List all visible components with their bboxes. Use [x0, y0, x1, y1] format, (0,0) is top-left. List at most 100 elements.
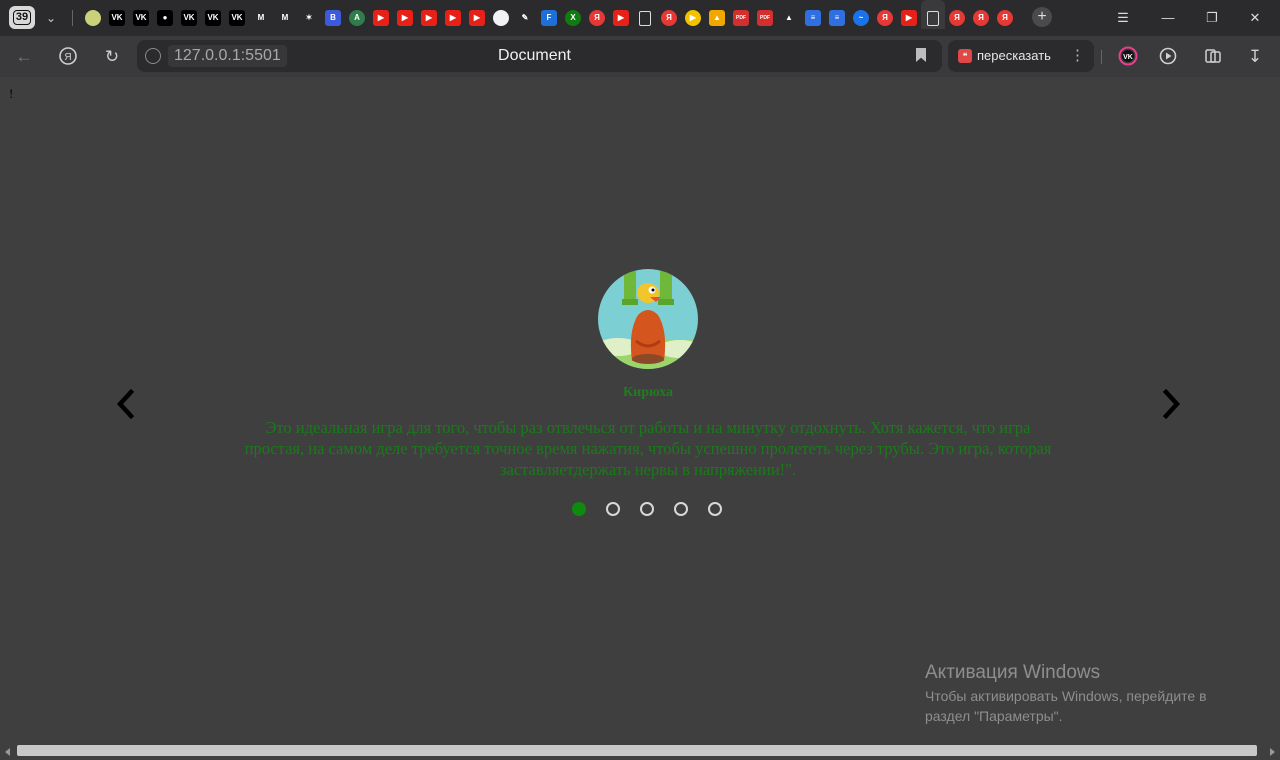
yandex-logo-icon[interactable]: Я [57, 46, 79, 68]
pinned-tab[interactable]: ▶ [417, 7, 441, 29]
more-vertical-icon[interactable]: ⋮ [1070, 47, 1085, 65]
pinned-tab[interactable]: ▲ [705, 7, 729, 29]
pinned-tab[interactable]: Я [945, 7, 969, 29]
retell-icon: ❝ [958, 49, 972, 63]
retell-button[interactable]: ❝ пересказать ⋮ [948, 40, 1094, 72]
back-arrow-icon[interactable]: ← [13, 46, 35, 68]
next-slide-button[interactable] [1157, 386, 1187, 422]
pinned-tab[interactable]: ▶ [369, 7, 393, 29]
gmail-icon: M [253, 10, 269, 26]
horizontal-scrollbar[interactable] [0, 744, 1280, 760]
vk-icon: VK [205, 10, 221, 26]
vk-icon: VK [133, 10, 149, 26]
google-docs-icon: ≡ [805, 10, 821, 26]
pinned-tab[interactable] [633, 7, 657, 29]
slide-dot[interactable] [708, 502, 722, 516]
document-icon [639, 10, 651, 26]
chevron-left-icon [116, 388, 135, 420]
vk-icon: VK [181, 10, 197, 26]
svg-text:VK: VK [1123, 54, 1133, 61]
chat-bubble-icon: ● [157, 10, 173, 26]
pinned-tab[interactable]: ~ [849, 7, 873, 29]
tab-count-button[interactable]: 39 [9, 6, 35, 29]
youtube-icon: ▶ [613, 10, 629, 26]
collections-icon[interactable] [1202, 46, 1224, 68]
pinned-tab[interactable]: A [345, 7, 369, 29]
pen-icon: ✎ [517, 10, 533, 26]
pinned-tab[interactable]: VK [129, 7, 153, 29]
prev-slide-button[interactable] [111, 386, 141, 422]
pinned-tab[interactable]: VK [201, 7, 225, 29]
pinned-tab[interactable] [81, 7, 105, 29]
review-text: Это идеальная игра для того, чтобы раз о… [244, 418, 1052, 479]
pdf-icon: PDF [733, 10, 749, 26]
pinned-tab[interactable]: ▲ [777, 7, 801, 29]
pinned-tab[interactable]: X [561, 7, 585, 29]
scrollbar-thumb[interactable] [17, 745, 1257, 756]
green-round-logo-icon [85, 10, 101, 26]
address-bar[interactable]: 127.0.0.1:5501 Document [137, 40, 942, 72]
pinned-tab[interactable]: PDF [753, 7, 777, 29]
pinned-tab[interactable]: M [249, 7, 273, 29]
svg-text:Я: Я [64, 52, 71, 63]
youtube-icon: ▶ [421, 10, 437, 26]
letter-b-icon: B [325, 10, 341, 26]
browser-toolbar: ← Я ↻ 127.0.0.1:5501 Document ❝ пересказ… [0, 36, 1280, 77]
video-play-icon[interactable] [1158, 46, 1180, 68]
youtube-icon: ▶ [373, 10, 389, 26]
yandex-icon: Я [997, 10, 1013, 26]
yandex-icon: Я [589, 10, 605, 26]
pinned-tab[interactable]: Я [585, 7, 609, 29]
pinned-tab[interactable]: ≡ [801, 7, 825, 29]
pinned-tab[interactable]: ▶ [897, 7, 921, 29]
tab-count-label: 39 [12, 10, 32, 25]
spark-icon: ✶ [301, 10, 317, 26]
slide-dot[interactable] [640, 502, 654, 516]
github-icon [493, 10, 509, 26]
youtube-icon: ▶ [469, 10, 485, 26]
pinned-tab[interactable]: ▶ [441, 7, 465, 29]
chevron-down-icon[interactable]: ⌄ [40, 7, 62, 29]
toolbar-divider [1101, 50, 1102, 64]
pinned-tab[interactable] [489, 7, 513, 29]
pinned-tab[interactable]: Я [657, 7, 681, 29]
pinned-tab[interactable] [921, 0, 945, 29]
document-icon [927, 10, 939, 26]
pinned-tab[interactable]: Я [993, 7, 1017, 29]
pinned-tab[interactable]: ✶ [297, 7, 321, 29]
pinned-tab[interactable]: ▶ [681, 7, 705, 29]
restore-icon[interactable]: ❐ [1200, 8, 1224, 28]
slide-indicators [572, 502, 722, 518]
slide-dot[interactable] [606, 502, 620, 516]
new-tab-button[interactable]: + [1032, 7, 1052, 27]
scroll-right-arrow-icon[interactable] [1270, 748, 1275, 756]
scroll-left-arrow-icon[interactable] [5, 748, 10, 756]
pinned-tab[interactable]: PDF [729, 7, 753, 29]
vk-extension-icon[interactable]: VK [1117, 46, 1139, 68]
pinned-tab[interactable]: F [537, 7, 561, 29]
youtube-icon: ▶ [397, 10, 413, 26]
aurora-icon: A [349, 10, 365, 26]
youtube-icon: ▶ [901, 10, 917, 26]
close-icon[interactable]: ✕ [1243, 8, 1267, 28]
pinned-tab[interactable]: ● [153, 7, 177, 29]
pinned-tab[interactable]: ▶ [393, 7, 417, 29]
pinned-tab[interactable]: ▶ [465, 7, 489, 29]
pinned-tab[interactable]: M [273, 7, 297, 29]
pinned-tab[interactable]: VK [177, 7, 201, 29]
menu-icon[interactable]: ☰ [1111, 8, 1135, 28]
pinned-tab[interactable]: ≡ [825, 7, 849, 29]
pinned-tab[interactable]: VK [225, 7, 249, 29]
slide-dot[interactable] [572, 502, 586, 516]
pinned-tab[interactable]: B [321, 7, 345, 29]
pinned-tab[interactable]: ▶ [609, 7, 633, 29]
slide-dot[interactable] [674, 502, 688, 516]
windows-activation-title: Активация Windows [925, 662, 1101, 683]
minimize-icon[interactable]: — [1156, 8, 1180, 28]
pinned-tab[interactable]: VK [105, 7, 129, 29]
pinned-tab[interactable]: Я [969, 7, 993, 29]
reload-icon[interactable]: ↻ [101, 46, 123, 68]
pinned-tab[interactable]: Я [873, 7, 897, 29]
pinned-tab[interactable]: ✎ [513, 7, 537, 29]
download-icon[interactable]: ↧ [1244, 46, 1266, 68]
